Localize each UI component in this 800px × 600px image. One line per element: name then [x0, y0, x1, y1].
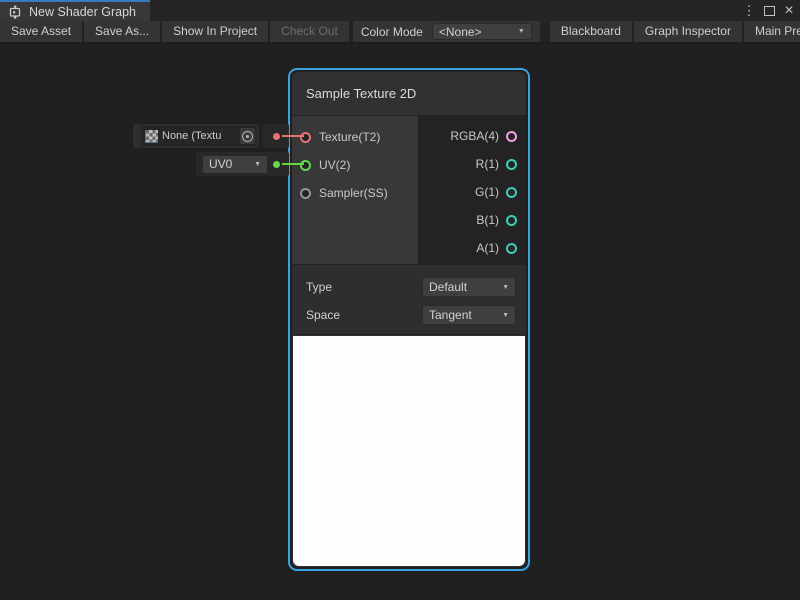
shader-graph-window: New Shader Graph ⋮ × Save Asset Save As.…: [0, 0, 800, 600]
texture2d-icon: [145, 130, 158, 143]
type-dropdown[interactable]: Default ▼: [422, 277, 516, 297]
uv-channel-dropdown[interactable]: UV0 ▼: [203, 156, 267, 173]
check-out-button: Check Out: [270, 21, 349, 42]
uv-edge-stub: [282, 163, 304, 165]
uv-channel-value: UV0: [209, 157, 232, 171]
color-mode-label: Color Mode: [361, 25, 423, 39]
toolbar: Save Asset Save As... Show In Project Ch…: [0, 21, 800, 43]
graph-canvas[interactable]: None (Textu UV0 ▼ Sample Texture 2D: [0, 43, 800, 600]
uv-port-inline-widget: UV0 ▼: [196, 152, 289, 176]
document-tab[interactable]: New Shader Graph: [0, 0, 150, 21]
type-value: Default: [429, 280, 467, 294]
port-circle-rgba[interactable]: [506, 131, 517, 142]
output-port-row: R(1): [418, 150, 526, 178]
texture-port-dot: [273, 133, 280, 140]
save-asset-button[interactable]: Save Asset: [0, 21, 82, 42]
space-label: Space: [306, 308, 340, 322]
texture-object-field[interactable]: None (Textu: [141, 126, 257, 146]
input-port-column: Texture(T2) UV(2) Sampler(SS): [292, 116, 418, 264]
port-label: Sampler(SS): [319, 186, 388, 200]
tab-title: New Shader Graph: [29, 5, 136, 19]
node-header[interactable]: Sample Texture 2D: [292, 72, 526, 116]
port-circle-a[interactable]: [506, 243, 517, 254]
color-mode-dropdown[interactable]: <None> ▼: [432, 23, 532, 40]
node-title: Sample Texture 2D: [306, 86, 416, 101]
chevron-down-icon: ▼: [494, 312, 509, 319]
texture-edge-stub: [282, 135, 304, 137]
texture-object-value: None (Textu: [162, 130, 236, 142]
port-label: R(1): [476, 157, 499, 171]
port-label: RGBA(4): [450, 129, 499, 143]
output-port-column: RGBA(4) R(1) G(1) B(1): [418, 116, 526, 264]
port-label: UV(2): [319, 158, 350, 172]
sample-texture-2d-node[interactable]: Sample Texture 2D Texture(T2) UV(2): [292, 72, 526, 567]
output-port-row: G(1): [418, 178, 526, 206]
port-circle-r[interactable]: [506, 159, 517, 170]
blackboard-toggle-button[interactable]: Blackboard: [550, 21, 632, 42]
port-circle-b[interactable]: [506, 215, 517, 226]
node-preview: [293, 336, 525, 566]
space-control-row: Space Tangent ▼: [292, 301, 526, 329]
texture-port-inline-widget: None (Textu: [133, 124, 259, 148]
output-port-row: RGBA(4): [418, 122, 526, 150]
port-label: G(1): [475, 185, 499, 199]
object-picker-button[interactable]: [240, 128, 255, 144]
show-in-project-button[interactable]: Show In Project: [162, 21, 268, 42]
output-port-row: B(1): [418, 206, 526, 234]
node-control-section: Type Default ▼ Space Tangent ▼: [292, 265, 526, 335]
output-port-row: A(1): [418, 234, 526, 262]
shader-graph-icon: [8, 5, 22, 19]
chevron-down-icon: ▼: [246, 161, 261, 168]
port-circle-g[interactable]: [506, 187, 517, 198]
port-label: Texture(T2): [319, 130, 380, 144]
chevron-down-icon: ▼: [510, 28, 525, 35]
space-value: Tangent: [429, 308, 472, 322]
chevron-down-icon: ▼: [494, 284, 509, 291]
type-label: Type: [306, 280, 332, 294]
window-controls: ⋮ ×: [742, 0, 796, 21]
port-circle-sampler[interactable]: [300, 188, 311, 199]
close-icon[interactable]: ×: [782, 0, 796, 21]
graph-inspector-toggle-button[interactable]: Graph Inspector: [634, 21, 742, 42]
menu-kebab-icon[interactable]: ⋮: [742, 0, 756, 21]
port-circle-uv[interactable]: [300, 160, 311, 171]
input-port-row: UV(2): [292, 151, 418, 179]
port-label: B(1): [476, 213, 499, 227]
color-mode-value: <None>: [439, 25, 482, 39]
node-port-section: Texture(T2) UV(2) Sampler(SS): [292, 116, 526, 265]
save-as-button[interactable]: Save As...: [84, 21, 160, 42]
object-picker-icon: [242, 131, 253, 142]
color-mode-group: Color Mode <None> ▼: [353, 21, 540, 42]
node-selection-outline: Sample Texture 2D Texture(T2) UV(2): [288, 68, 530, 571]
main-preview-toggle-button[interactable]: Main Preview: [744, 21, 800, 42]
input-port-row: Texture(T2): [292, 123, 418, 151]
port-circle-texture[interactable]: [300, 132, 311, 143]
title-bar: New Shader Graph ⋮ ×: [0, 0, 800, 21]
space-dropdown[interactable]: Tangent ▼: [422, 305, 516, 325]
maximize-icon[interactable]: [762, 0, 776, 21]
input-port-row: Sampler(SS): [292, 179, 418, 207]
type-control-row: Type Default ▼: [292, 273, 526, 301]
uv-port-dot: [273, 161, 280, 168]
port-label: A(1): [476, 241, 499, 255]
